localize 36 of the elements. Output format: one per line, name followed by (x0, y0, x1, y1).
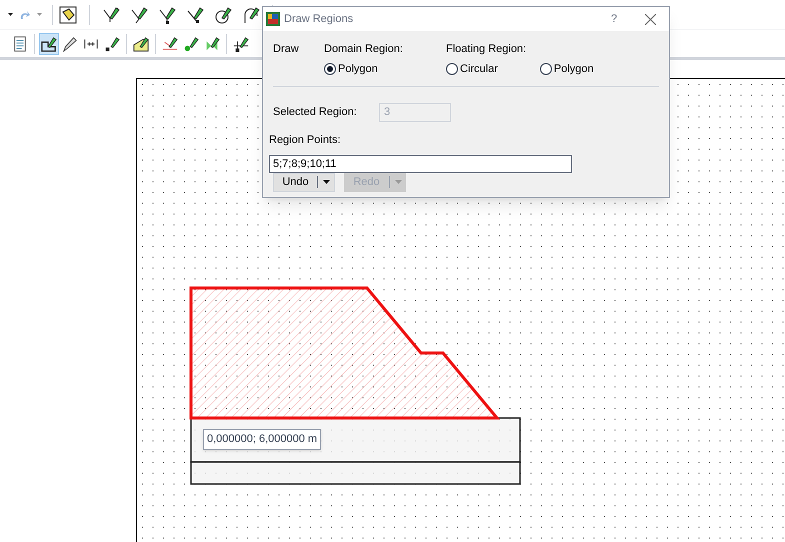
split-icon (204, 36, 220, 52)
document-icon (12, 36, 28, 52)
window-title: Draw Regions (284, 12, 354, 27)
field-label: Selected Region: (273, 105, 358, 120)
radio-button[interactable]: Polygon (324, 60, 378, 77)
selected-region-field: 3 (379, 103, 451, 122)
node-icon[interactable] (186, 6, 204, 24)
line-edit-icon (162, 36, 178, 52)
group-label: Floating Region: (446, 42, 528, 57)
insert-point-icon (233, 36, 249, 52)
close-icon[interactable] (645, 14, 656, 24)
highlighter-icon[interactable] (59, 6, 77, 24)
caret-icon[interactable] (8, 13, 13, 16)
region-points-field[interactable]: 5;7;8;9;10;11 (269, 154, 572, 172)
coordinate-tooltip: 0,000000; 6,000000 m (203, 429, 322, 450)
draw-label: Draw (273, 42, 300, 57)
caret-icon (394, 180, 402, 184)
radio-button[interactable]: Circular (446, 60, 498, 77)
split-button[interactable]: Undo (273, 172, 335, 192)
circle-icon[interactable] (214, 6, 232, 24)
app-icon (266, 12, 280, 26)
fork-icon[interactable] (158, 6, 176, 24)
fork-icon[interactable] (130, 6, 148, 24)
point-icon (104, 36, 120, 52)
region-draw-icon (41, 36, 57, 52)
region-draw-tool[interactable] (39, 32, 59, 54)
group-label: Domain Region: (324, 42, 404, 57)
help-button[interactable]: ? (599, 10, 629, 28)
fill-icon (133, 36, 149, 52)
field-label: Region Points: (269, 134, 341, 146)
radio-button[interactable]: Polygon (540, 60, 594, 77)
caret-icon (322, 180, 330, 184)
arc-icon[interactable] (242, 6, 260, 24)
fork-icon[interactable] (102, 6, 120, 24)
add-point-icon (183, 36, 199, 52)
pencil-icon (62, 36, 78, 52)
